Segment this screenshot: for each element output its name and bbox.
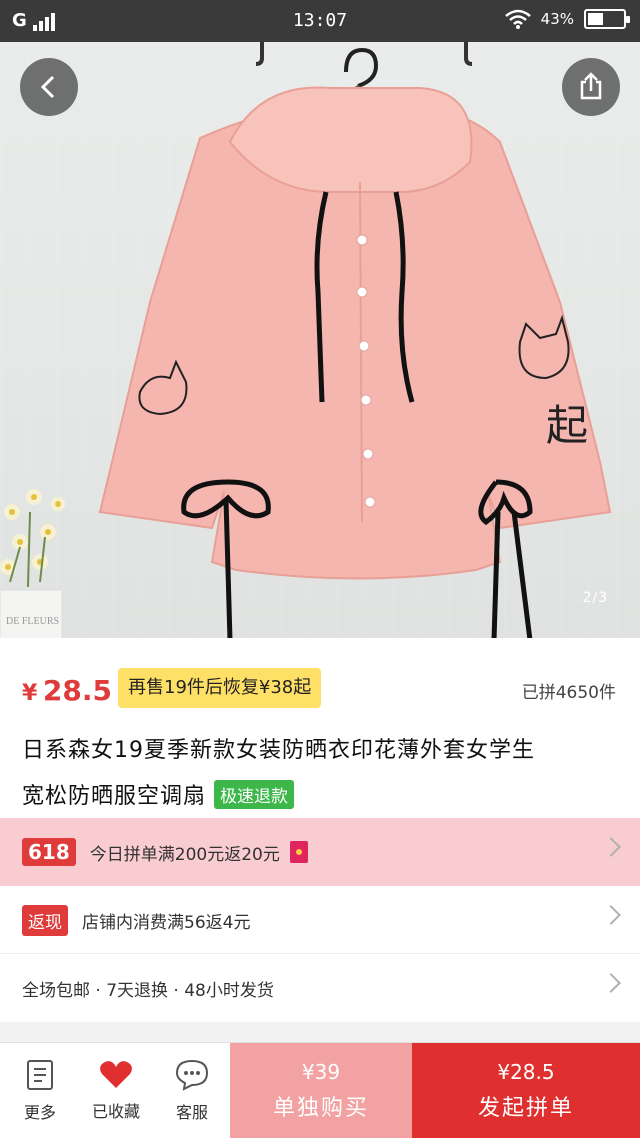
restore-price-badge: 再售19件后恢复¥38起 [118, 668, 322, 708]
svg-text:起: 起 [546, 401, 588, 450]
chevron-right-icon [601, 973, 621, 993]
battery-fill [588, 13, 603, 25]
favorite-button[interactable]: 已收藏 [78, 1043, 154, 1138]
currency-symbol: ¥ [22, 681, 38, 706]
chat-bubble-icon [175, 1059, 209, 1091]
service-text: 全场包邮 · 7天退换 · 48小时发货 [22, 980, 274, 1001]
svg-text:DE FLEURS: DE FLEURS [6, 616, 59, 627]
group-buy-label: 发起拼单 [477, 1096, 574, 1121]
promo-618-tag: 618 [22, 838, 76, 866]
product-title-line2-text: 宽松防晒服空调扇 [22, 784, 207, 809]
price-value: 28.5 [42, 674, 112, 707]
product-page: G 13:07 43% DE FLEURS 起 2/3 ¥ 28.5 再售19件… [0, 0, 640, 1138]
buy-alone-price: ¥39 [301, 1060, 341, 1084]
chevron-right-icon [601, 837, 621, 857]
jacket-photo: DE FLEURS 起 [0, 42, 612, 638]
more-button[interactable]: 更多 [2, 1043, 78, 1138]
product-info: ¥ 28.5 再售19件后恢复¥38起 已拼4650件 日系森女19夏季新款女装… [0, 638, 640, 818]
buy-alone-button[interactable]: ¥39 单独购买 [230, 1043, 412, 1138]
chevron-left-icon [40, 75, 55, 99]
sold-count: 已拼4650件 [521, 683, 616, 703]
product-title-line2: 宽松防晒服空调扇 极速退款 [22, 778, 295, 810]
cashback-text: 店铺内消费满56返4元 [82, 912, 251, 933]
favorite-label: 已收藏 [91, 1102, 140, 1121]
back-button[interactable] [20, 58, 78, 116]
service-guarantee-row[interactable]: 全场包邮 · 7天退换 · 48小时发货 [0, 954, 640, 1022]
share-button[interactable] [562, 58, 620, 116]
red-packet-icon [289, 841, 308, 863]
status-bar: G 13:07 43% [0, 0, 640, 42]
list-icon [27, 1060, 53, 1090]
chevron-right-icon [601, 905, 621, 925]
group-buy-price: ¥28.5 [497, 1060, 555, 1084]
fast-refund-tag: 极速退款 [214, 779, 295, 809]
customer-service-button[interactable]: 客服 [154, 1043, 230, 1138]
heart-icon [100, 1061, 132, 1088]
share-icon [580, 72, 602, 100]
more-label: 更多 [23, 1103, 56, 1122]
cashback-row[interactable]: 返现 店铺内消费满56返4元 [0, 886, 640, 954]
promo-618-row[interactable]: 618 今日拼单满200元返20元 [0, 818, 640, 886]
wifi-icon [504, 9, 531, 29]
group-price: ¥ 28.5 [22, 674, 112, 707]
battery-icon [584, 9, 630, 29]
start-group-buy-button[interactable]: ¥28.5 发起拼单 [412, 1043, 640, 1138]
product-image[interactable]: DE FLEURS 起 2/3 [0, 42, 640, 638]
cashback-tag: 返现 [22, 904, 68, 936]
gallery-page-indicator: 2/3 [582, 590, 608, 606]
promo-618-text: 今日拼单满200元返20元 [89, 844, 280, 865]
battery-percent: 43% [540, 10, 574, 28]
status-icons: 43% [504, 9, 630, 29]
product-title-line1: 日系森女19夏季新款女装防晒衣印花薄外套女学生 [22, 738, 535, 763]
customer-service-label: 客服 [175, 1103, 208, 1122]
bottom-action-bar: 更多 已收藏 客服 ¥39 单独购买 ¥28.5 发起拼单 [0, 1042, 640, 1138]
buy-alone-label: 单独购买 [272, 1096, 369, 1121]
